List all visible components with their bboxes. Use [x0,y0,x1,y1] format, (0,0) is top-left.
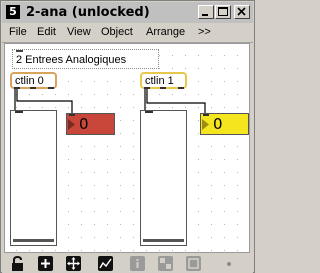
bottom-toolbar [2,253,253,273]
menu-object[interactable]: Object [101,25,133,40]
maximize-icon [218,7,228,16]
slider-0[interactable] [10,110,57,246]
presentation-icon [186,256,201,271]
outlet[interactable] [30,87,36,89]
slider-knob[interactable] [143,239,184,242]
slider-inlet [145,111,153,113]
lock-icon [12,256,23,271]
play-arrow-icon [68,119,75,130]
close-icon [237,7,246,16]
comment-text: 2 Entrees Analogiques [16,54,127,66]
dot-icon [227,262,231,266]
title-bar[interactable]: 5 2-ana (unlocked) [2,2,253,24]
number-inlet [203,114,209,116]
minimize-icon [202,14,208,16]
graph-button[interactable] [98,256,114,271]
app-icon: 5 [6,5,20,19]
menu-view[interactable]: View [67,25,91,40]
patcher-window: 5 2-ana (unlocked) File Edit View Object… [0,0,255,273]
info-icon [130,256,145,271]
number-inlet [69,114,75,116]
slider-1[interactable] [140,110,187,246]
minimize-button[interactable] [198,5,214,19]
presentation-button[interactable] [186,256,202,271]
menu-more[interactable]: >> [198,25,211,40]
ctlin-1-label: ctlin 1 [145,75,174,87]
close-button[interactable] [234,5,250,19]
number-value: 0 [213,115,223,133]
ctlin-1-object[interactable]: ctlin 1 [140,72,187,89]
lock-button[interactable] [10,256,26,271]
menu-edit[interactable]: Edit [37,25,56,40]
new-object-icon [38,256,53,271]
ctlin-0-object[interactable]: ctlin 0 [10,72,57,89]
number-value: 0 [79,115,89,133]
slider-knob[interactable] [13,239,54,242]
outlet[interactable] [14,87,20,89]
number-box-1[interactable]: 0 [200,113,249,135]
slider-inlet [15,111,23,113]
maximize-button[interactable] [215,5,231,19]
move-icon [66,256,81,271]
outlet[interactable] [178,87,184,89]
info-button[interactable] [130,256,146,271]
grid-button[interactable] [158,256,174,271]
new-object-button[interactable] [38,256,54,271]
outlet[interactable] [144,87,150,89]
graph-icon [98,256,113,271]
move-button[interactable] [66,256,82,271]
menu-arrange[interactable]: Arrange [146,25,185,40]
menu-bar: File Edit View Object Arrange >> [2,23,253,43]
play-arrow-icon [202,119,209,130]
comment-inlet [16,50,23,52]
patcher-canvas[interactable]: 2 Entrees Analogiques ctlin 0 ctlin 1 0 [4,43,250,253]
outlet[interactable] [160,87,166,89]
resize-dot [226,261,232,267]
number-box-0[interactable]: 0 [66,113,115,135]
grid-icon [158,256,173,271]
window-title: 2-ana (unlocked) [26,5,150,20]
menu-file[interactable]: File [9,25,27,40]
ctlin-0-label: ctlin 0 [15,75,44,87]
outlet[interactable] [48,87,54,89]
comment-box[interactable]: 2 Entrees Analogiques [12,49,159,69]
